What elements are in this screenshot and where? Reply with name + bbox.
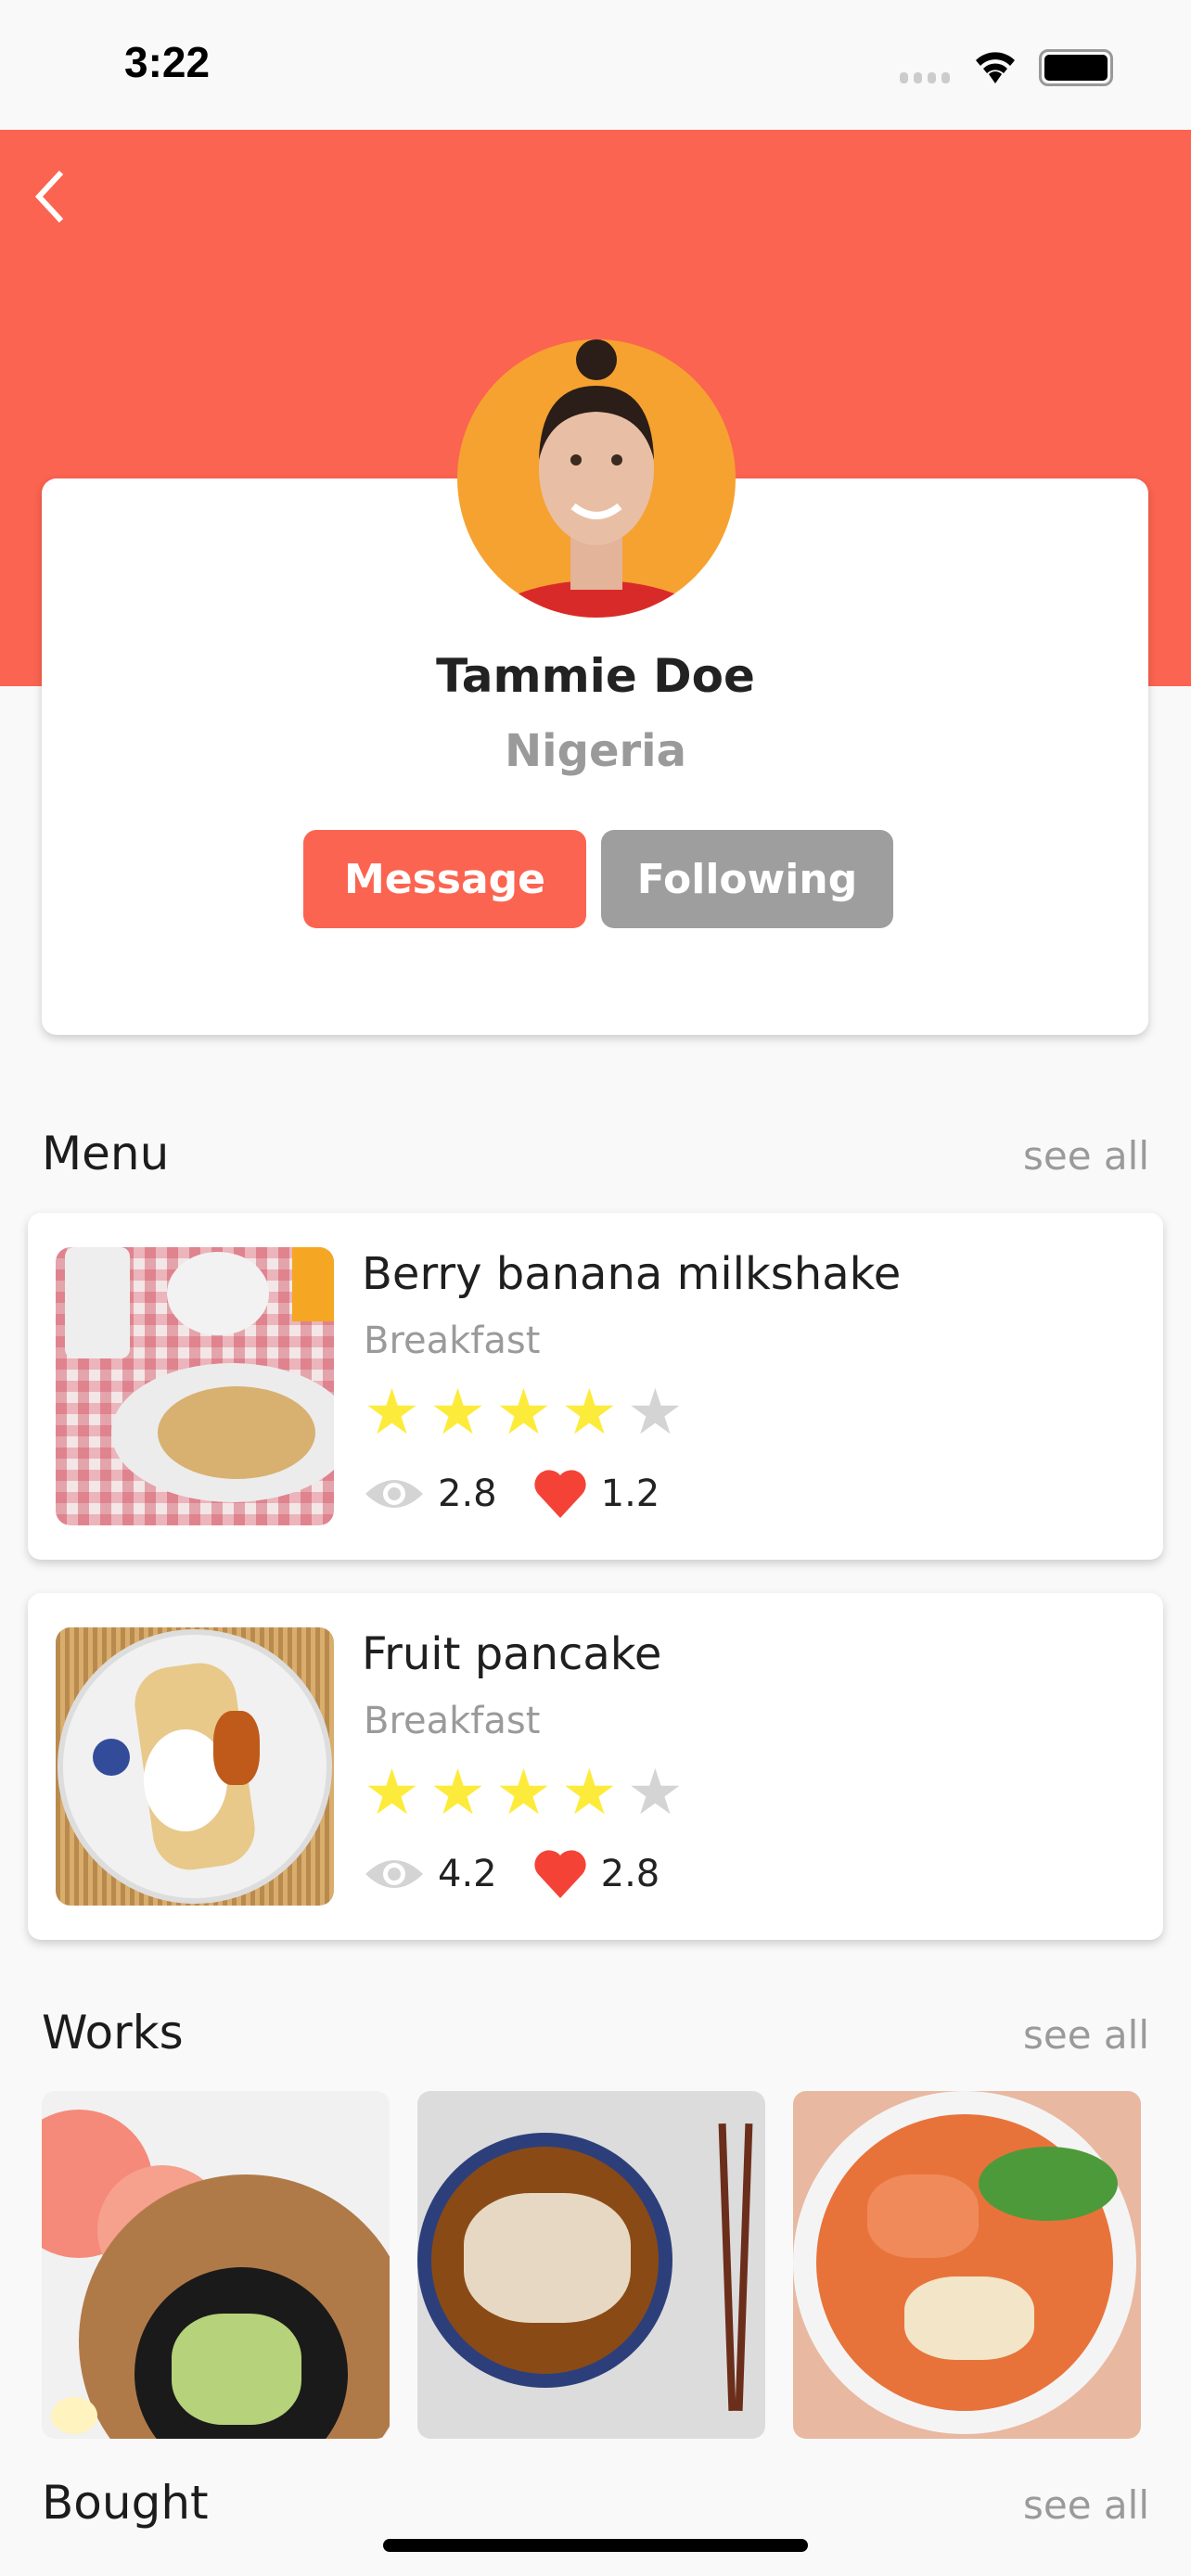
menu-item[interactable]: Berry banana milkshake Breakfast ★ ★ ★ ★ ★ 2… [28, 1213, 1163, 1560]
likes-count: 1.2 [600, 1473, 660, 1515]
eye-icon [365, 1860, 423, 1888]
star-icon: ★ [429, 1376, 486, 1449]
star-icon: ★ [626, 1376, 684, 1449]
views-count: 4.2 [438, 1853, 497, 1895]
battery-icon [1039, 49, 1113, 86]
menu-item-image [56, 1247, 334, 1525]
star-icon: ★ [364, 1376, 420, 1449]
menu-see-all[interactable]: see all [1023, 1133, 1149, 1179]
back-arrow-icon[interactable] [28, 167, 74, 223]
works-title: Works [42, 2006, 184, 2060]
menu-item-title: Fruit pancake [362, 1628, 662, 1680]
heart-icon[interactable] [532, 1848, 588, 1900]
menu-item-image [56, 1627, 334, 1906]
eye-icon [365, 1480, 423, 1508]
avatar [457, 339, 736, 618]
profile-name: Tammie Doe [436, 649, 755, 703]
rating-stars: ★ ★ ★ ★ ★ [364, 1760, 684, 1827]
star-icon: ★ [494, 1756, 552, 1830]
star-icon: ★ [429, 1756, 486, 1830]
menu-title: Menu [42, 1127, 170, 1180]
star-icon: ★ [494, 1376, 552, 1449]
star-icon: ★ [626, 1756, 684, 1830]
menu-item-title: Berry banana milkshake [362, 1248, 902, 1300]
profile-country: Nigeria [504, 725, 687, 777]
works-see-all[interactable]: see all [1023, 2012, 1149, 2058]
message-button[interactable]: Message [303, 830, 586, 928]
work-image[interactable] [793, 2091, 1141, 2439]
wifi-icon [976, 52, 1015, 83]
likes-count: 2.8 [600, 1853, 660, 1895]
views-count: 2.8 [438, 1473, 497, 1515]
status-time: 3:22 [124, 38, 211, 86]
menu-item[interactable]: Fruit pancake Breakfast ★ ★ ★ ★ ★ 4.2 2.8 [28, 1593, 1163, 1940]
signal-icon [900, 72, 950, 83]
heart-icon[interactable] [532, 1468, 588, 1520]
star-icon: ★ [560, 1756, 618, 1830]
home-indicator[interactable] [383, 2539, 808, 2552]
rating-stars: ★ ★ ★ ★ ★ [364, 1380, 684, 1447]
work-image[interactable] [42, 2091, 390, 2439]
work-image[interactable] [417, 2091, 765, 2439]
following-button[interactable]: Following [601, 830, 893, 928]
star-icon: ★ [560, 1376, 618, 1449]
menu-item-category: Breakfast [364, 1700, 541, 1742]
star-icon: ★ [364, 1756, 420, 1830]
bought-title: Bought [42, 2476, 209, 2530]
bought-see-all[interactable]: see all [1023, 2482, 1149, 2528]
menu-item-category: Breakfast [364, 1320, 541, 1362]
